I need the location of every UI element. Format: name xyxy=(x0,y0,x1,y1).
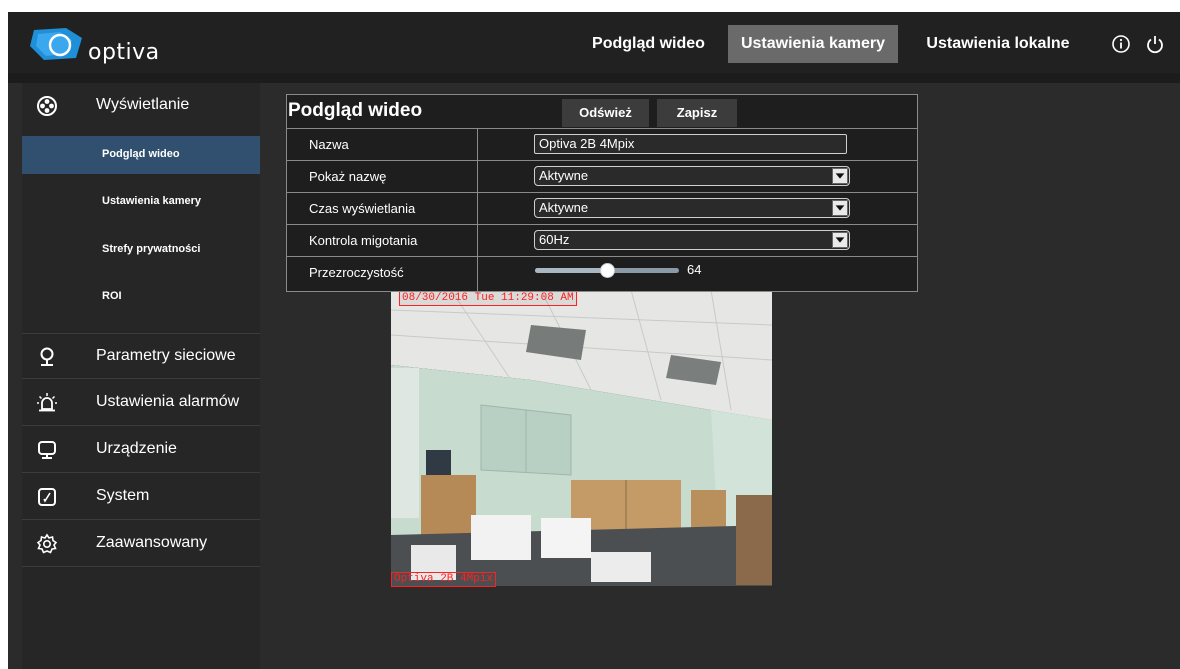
row-label: Przezroczystość xyxy=(309,265,404,280)
panel-title: Podgląd wideo xyxy=(288,100,423,121)
osd-camera-name: Optiva 2B 4Mpix xyxy=(391,572,497,587)
sidebar: Wyświetlanie Podgląd wideo Ustawienia ka… xyxy=(22,83,260,669)
row-label: Czas wyświetlania xyxy=(309,201,416,216)
transparency-value: 64 xyxy=(687,262,702,277)
monitor-icon xyxy=(38,441,56,459)
name-input[interactable]: Optiva 2B 4Mpix xyxy=(534,134,847,154)
sidebar-subitem-ustawienia-kamery[interactable]: Ustawienia kamery xyxy=(22,183,260,221)
settings-row-przezroczystosc: Przezroczystość 64 xyxy=(287,256,917,293)
nav-ustawienia-lokalne[interactable]: Ustawienia lokalne xyxy=(913,25,1083,63)
refresh-button[interactable]: Odśwież xyxy=(562,99,649,127)
chevron-down-icon xyxy=(832,200,848,216)
sidebar-item-label: Urządzenie xyxy=(96,440,177,457)
sidebar-item-urzadzenie[interactable]: Urządzenie xyxy=(22,427,260,473)
row-label: Nazwa xyxy=(309,137,349,152)
row-label: Kontrola migotania xyxy=(309,233,418,248)
logo-mark-icon xyxy=(30,28,82,60)
sidebar-subitem-label: Podgląd wideo xyxy=(102,148,180,160)
settings-row-nazwa: Nazwa Optiva 2B 4Mpix xyxy=(287,128,917,161)
sidebar-subitem-label: Ustawienia kamery xyxy=(102,195,202,207)
settings-row-czas-wyswietlania: Czas wyświetlania Aktywne xyxy=(287,192,917,225)
chevron-down-icon xyxy=(832,232,848,248)
chevron-down-icon xyxy=(832,168,848,184)
transparency-slider-fill xyxy=(535,268,607,273)
sidebar-item-label: Zaawansowany xyxy=(96,534,208,551)
alarm-light-icon xyxy=(37,393,57,412)
sidebar-item-wyswietlanie[interactable]: Wyświetlanie xyxy=(22,83,260,129)
sidebar-subitem-strefy-prywatnosci[interactable]: Strefy prywatności xyxy=(22,231,260,269)
show-name-select[interactable]: Aktywne xyxy=(534,166,850,186)
top-bar-shadow xyxy=(8,73,1180,83)
sidebar-item-label: Wyświetlanie xyxy=(96,96,190,113)
row-label: Pokaż nazwę xyxy=(309,169,387,184)
sidebar-item-label: System xyxy=(96,487,150,504)
flicker-control-select-value: 60Hz xyxy=(539,232,570,247)
sidebar-item-zaawansowany[interactable]: Zaawansowany xyxy=(22,521,260,567)
brand-logo: optiva xyxy=(26,24,159,65)
nav-podglad-wideo[interactable]: Podgląd wideo xyxy=(585,25,712,63)
sidebar-item-ustawienia-alarmow[interactable]: Ustawienia alarmów xyxy=(22,380,260,426)
osd-timestamp: 08/30/2016 Tue 11:29:08 AM xyxy=(399,291,577,306)
show-name-select-value: Aktywne xyxy=(539,168,589,183)
show-time-select[interactable]: Aktywne xyxy=(534,198,850,218)
info-icon[interactable] xyxy=(1111,34,1131,54)
sidebar-item-system[interactable]: System xyxy=(22,474,260,520)
logo-text: optiva xyxy=(88,40,160,65)
app-window: optiva Podgląd wideo Ustawienia kamery U… xyxy=(8,12,1180,669)
display-icon xyxy=(37,96,57,116)
show-time-select-value: Aktywne xyxy=(539,200,589,215)
sidebar-subitem-podglad-wideo[interactable]: Podgląd wideo xyxy=(22,136,260,174)
nav-ustawienia-kamery[interactable]: Ustawienia kamery xyxy=(728,25,898,63)
gear-icon xyxy=(36,533,58,554)
settings-row-kontrola-migotania: Kontrola migotania 60Hz xyxy=(287,224,917,257)
flicker-control-select[interactable]: 60Hz xyxy=(534,230,850,250)
sidebar-item-label: Parametry sieciowe xyxy=(96,347,236,364)
sidebar-item-parametry-sieciowe[interactable]: Parametry sieciowe xyxy=(22,333,260,379)
power-icon[interactable] xyxy=(1145,34,1165,54)
sidebar-subitem-label: Strefy prywatności xyxy=(102,243,201,255)
save-button[interactable]: Zapisz xyxy=(657,99,737,127)
sidebar-subitem-roi[interactable]: ROI xyxy=(22,278,260,316)
system-icon xyxy=(38,488,56,506)
main-content: 08/30/2016 Tue 11:29:08 AM Optiva 2B 4Mp… xyxy=(260,83,1180,669)
top-bar: optiva Podgląd wideo Ustawienia kamery U… xyxy=(8,12,1180,73)
sidebar-subitem-label: ROI xyxy=(102,290,122,302)
settings-row-pokaz-nazwe: Pokaż nazwę Aktywne xyxy=(287,160,917,193)
location-pin-icon xyxy=(40,347,54,366)
video-preview-settings-panel: Podgląd wideo Odśwież Zapisz Nazwa Optiv… xyxy=(286,94,918,293)
sidebar-item-label: Ustawienia alarmów xyxy=(96,393,240,410)
camera-video-preview[interactable] xyxy=(391,290,772,586)
transparency-slider-thumb[interactable] xyxy=(600,263,615,278)
transparency-slider[interactable] xyxy=(535,263,679,278)
